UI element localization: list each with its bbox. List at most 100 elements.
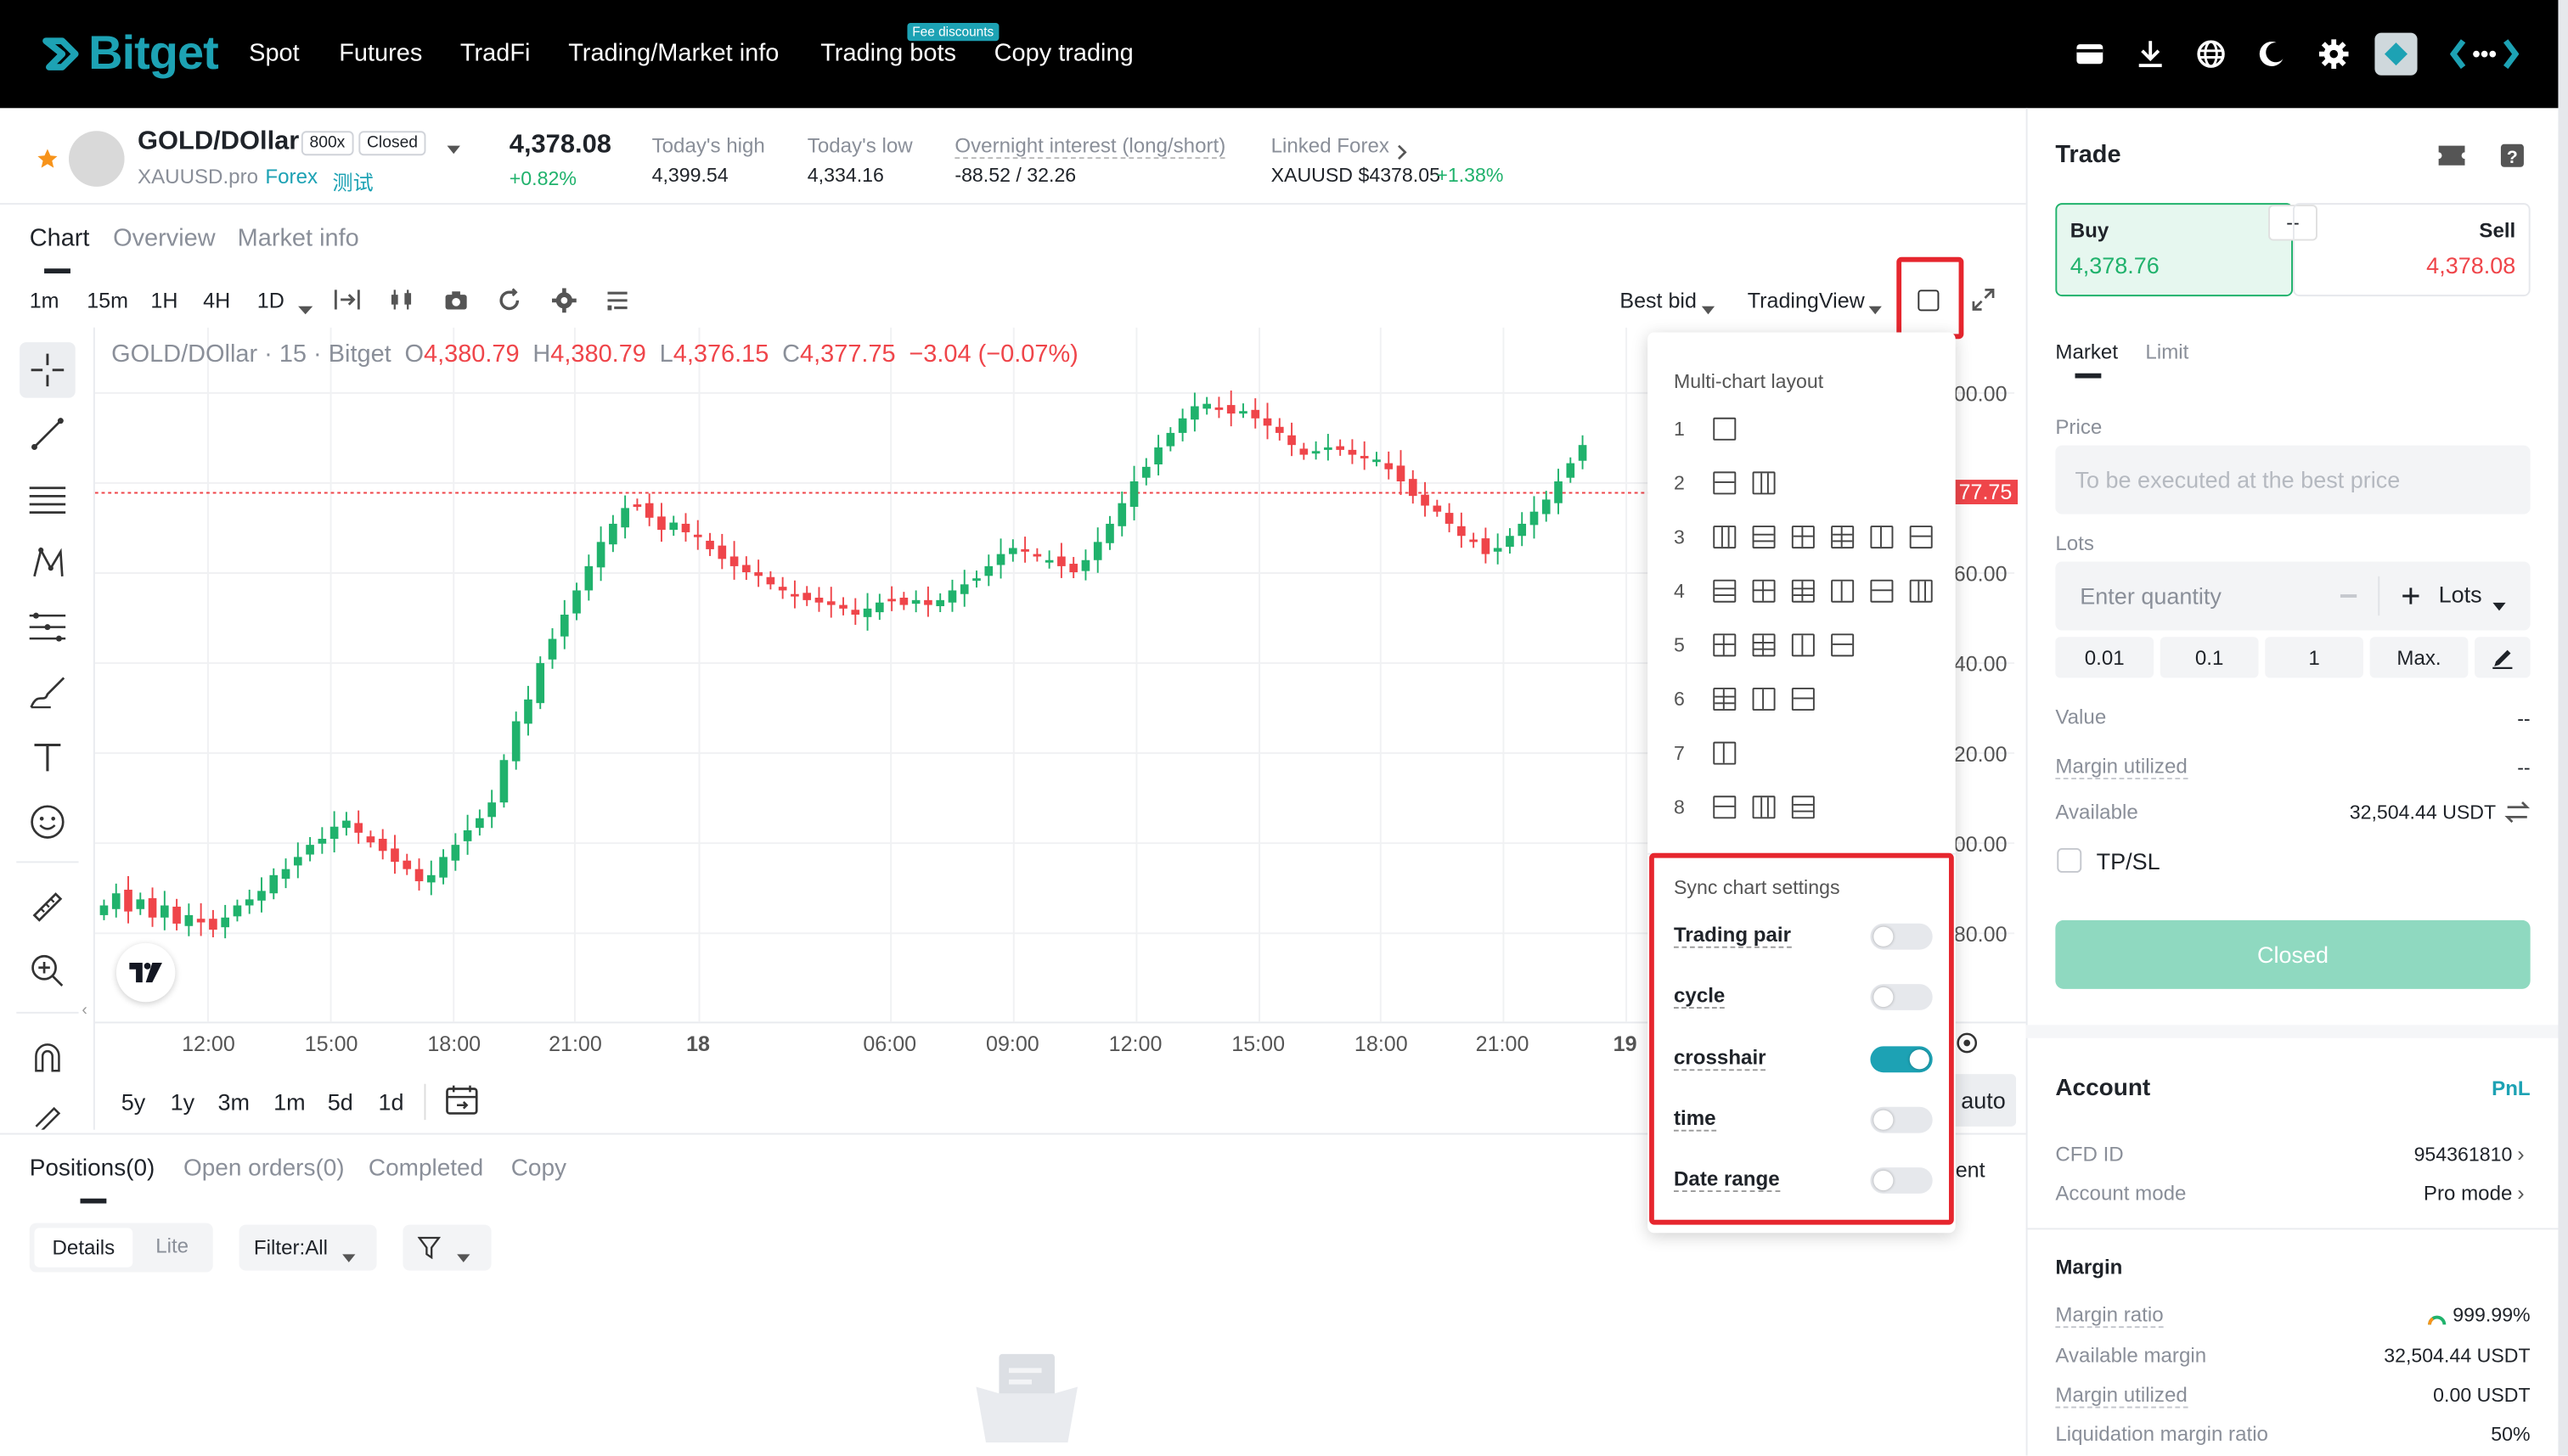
favorite-star-icon[interactable] bbox=[36, 148, 59, 179]
lock-drawing-tool-icon[interactable] bbox=[20, 1097, 76, 1130]
layout-option-icon[interactable] bbox=[1752, 633, 1776, 657]
interval-4h[interactable]: 4H bbox=[203, 288, 230, 312]
test-link[interactable]: 测试 bbox=[332, 166, 373, 197]
brush-tool-icon[interactable] bbox=[20, 665, 76, 721]
tradingview-select[interactable]: TradingView bbox=[1748, 288, 1865, 312]
transfer-icon[interactable] bbox=[2504, 801, 2531, 832]
wallet-icon[interactable] bbox=[2072, 36, 2108, 71]
range-5y[interactable]: 5y bbox=[121, 1088, 146, 1115]
layout-option-icon[interactable] bbox=[1752, 795, 1776, 819]
layout-option-icon[interactable] bbox=[1713, 795, 1737, 819]
layout-option-icon[interactable] bbox=[1752, 471, 1776, 495]
moon-icon[interactable] bbox=[2254, 36, 2289, 71]
account-mode-value[interactable]: Pro mode bbox=[2424, 1182, 2513, 1205]
interval-1m[interactable]: 1m bbox=[30, 288, 59, 312]
linked-forex-label[interactable]: Linked Forex bbox=[1271, 134, 1389, 157]
auto-scale-button[interactable]: auto bbox=[1950, 1074, 2017, 1127]
quick-0-1-button[interactable]: 0.1 bbox=[2160, 637, 2259, 678]
nav-spot[interactable]: Spot bbox=[249, 39, 300, 67]
plus-icon[interactable] bbox=[2401, 584, 2420, 614]
range-1d[interactable]: 1d bbox=[378, 1088, 403, 1115]
layout-option-icon[interactable] bbox=[1831, 526, 1855, 549]
download-icon[interactable] bbox=[2132, 36, 2168, 71]
quick-0-01-button[interactable]: 0.01 bbox=[2055, 637, 2154, 678]
interest-label[interactable]: Overnight interest (long/short) bbox=[955, 134, 1226, 160]
compare-icon[interactable] bbox=[334, 288, 360, 319]
symbol-dropdown-icon[interactable] bbox=[446, 136, 462, 166]
interval-dropdown-icon[interactable] bbox=[297, 295, 313, 324]
tab-open-orders[interactable]: Open orders(0) bbox=[183, 1156, 345, 1183]
goto-date-icon[interactable] bbox=[446, 1084, 481, 1125]
replay-icon[interactable] bbox=[498, 288, 522, 321]
candle-type-icon[interactable] bbox=[388, 288, 414, 319]
tab-cut-label[interactable]: ent bbox=[1956, 1157, 1985, 1182]
axis-settings-icon[interactable] bbox=[1956, 1032, 1979, 1063]
pattern-tool-icon[interactable] bbox=[20, 536, 76, 592]
fib-tool-icon[interactable] bbox=[20, 599, 76, 655]
help-icon[interactable]: ? bbox=[2499, 143, 2526, 177]
layout-option-icon[interactable] bbox=[1713, 526, 1737, 549]
layout-option-icon[interactable] bbox=[1713, 741, 1737, 765]
category-link[interactable]: Forex bbox=[265, 166, 318, 188]
layout-option-icon[interactable] bbox=[1713, 579, 1737, 603]
horizontal-lines-tool-icon[interactable] bbox=[20, 471, 76, 527]
best-bid-select[interactable]: Best bid bbox=[1619, 288, 1697, 312]
globe-icon[interactable] bbox=[2193, 36, 2228, 71]
nav-tradfi[interactable]: TradFi bbox=[460, 39, 531, 67]
interval-15m[interactable]: 15m bbox=[87, 288, 128, 312]
bitget-logo[interactable]: Bitget bbox=[39, 23, 219, 85]
chevron-down-icon[interactable] bbox=[2492, 591, 2506, 621]
range-5d[interactable]: 5d bbox=[328, 1088, 353, 1115]
nav-futures[interactable]: Futures bbox=[339, 39, 422, 67]
trend-line-tool-icon[interactable] bbox=[20, 406, 76, 462]
gear-icon[interactable] bbox=[2316, 36, 2351, 71]
code-brackets-icon[interactable] bbox=[2450, 36, 2520, 71]
layout-option-icon[interactable] bbox=[1713, 471, 1737, 495]
order-type-limit[interactable]: Limit bbox=[2145, 340, 2188, 363]
magnet-tool-icon[interactable] bbox=[20, 1030, 76, 1086]
layout-option-icon[interactable] bbox=[1909, 579, 1933, 603]
layout-option-icon[interactable] bbox=[1713, 417, 1737, 441]
quick-1-button[interactable]: 1 bbox=[2265, 637, 2363, 678]
collapse-toolbar-icon[interactable]: ‹ bbox=[82, 1002, 87, 1020]
layout-option-icon[interactable] bbox=[1909, 526, 1933, 549]
ticket-icon[interactable] bbox=[2437, 144, 2467, 176]
nav-copy-trading[interactable]: Copy trading bbox=[994, 39, 1134, 67]
tab-completed[interactable]: Completed bbox=[369, 1156, 483, 1183]
tab-copy[interactable]: Copy bbox=[511, 1156, 566, 1183]
chevron-right-icon[interactable]: › bbox=[2517, 1180, 2524, 1205]
nav-trading-bots[interactable]: Trading bots bbox=[820, 39, 956, 67]
nav-trading-market-info[interactable]: Trading/Market info bbox=[568, 39, 779, 67]
sell-button[interactable] bbox=[2292, 203, 2531, 297]
range-1y[interactable]: 1y bbox=[171, 1088, 195, 1115]
layout-option-icon[interactable] bbox=[1870, 579, 1894, 603]
layout-option-icon[interactable] bbox=[1791, 579, 1815, 603]
layout-option-icon[interactable] bbox=[1870, 526, 1894, 549]
interval-1d[interactable]: 1D bbox=[257, 288, 284, 312]
crosshair-tool-icon[interactable] bbox=[20, 342, 76, 398]
text-tool-icon[interactable] bbox=[20, 728, 76, 784]
chevron-right-icon[interactable]: › bbox=[2517, 1141, 2524, 1166]
layout-option-icon[interactable] bbox=[1791, 526, 1815, 549]
layout-option-icon[interactable] bbox=[1713, 633, 1737, 657]
indicators-icon[interactable] bbox=[606, 290, 629, 319]
layout-option-icon[interactable] bbox=[1752, 526, 1776, 549]
layout-option-icon[interactable] bbox=[1752, 687, 1776, 711]
layout-option-icon[interactable] bbox=[1752, 579, 1776, 603]
quick-max-button[interactable]: Max. bbox=[2369, 637, 2469, 678]
tradingview-logo-icon[interactable] bbox=[115, 942, 176, 1003]
order-type-market[interactable]: Market bbox=[2055, 340, 2118, 363]
ruler-tool-icon[interactable] bbox=[20, 880, 76, 936]
layout-option-icon[interactable] bbox=[1831, 579, 1855, 603]
tab-market-info[interactable]: Market info bbox=[238, 224, 359, 252]
layout-option-icon[interactable] bbox=[1791, 795, 1815, 819]
range-3m[interactable]: 3m bbox=[217, 1088, 250, 1115]
tpsl-checkbox[interactable] bbox=[2057, 847, 2082, 873]
tab-overview[interactable]: Overview bbox=[113, 224, 216, 252]
tab-positions[interactable]: Positions(0) bbox=[30, 1156, 155, 1183]
details-button[interactable]: Details bbox=[34, 1228, 133, 1268]
filter-funnel-button[interactable] bbox=[403, 1224, 492, 1271]
tab-chart[interactable]: Chart bbox=[30, 224, 90, 252]
fullscreen-icon[interactable] bbox=[1972, 288, 1995, 319]
scrollbar[interactable] bbox=[2558, 0, 2568, 1456]
